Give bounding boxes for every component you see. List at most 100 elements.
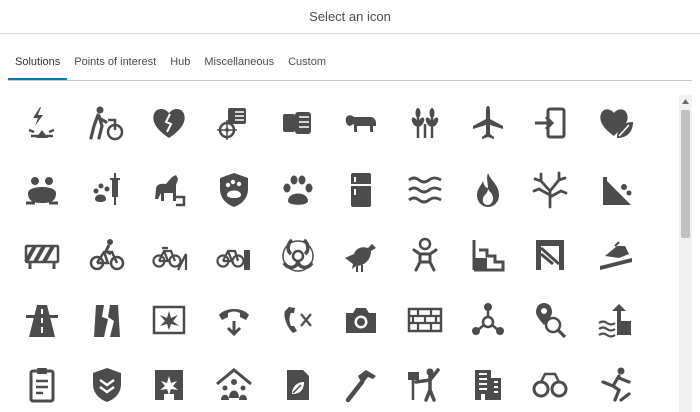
wheat-icon — [411, 108, 439, 138]
biohazard-icon[interactable] — [273, 230, 323, 280]
water-waves-icon[interactable] — [400, 165, 450, 215]
tab-miscellaneous[interactable]: Miscellaneous — [197, 50, 281, 73]
horse-icon — [155, 175, 186, 207]
wheat-icon[interactable] — [400, 98, 450, 148]
cow-icon[interactable] — [336, 98, 386, 148]
camera-icon[interactable] — [336, 295, 386, 345]
bicycle-wall-icon[interactable] — [209, 230, 259, 280]
leaf-document-icon[interactable] — [273, 360, 323, 410]
cow-icon — [345, 115, 376, 132]
airplane-icon[interactable] — [463, 98, 513, 148]
refrigerator-icon[interactable] — [336, 165, 386, 215]
gate-icon — [536, 240, 564, 270]
falling-person-icon[interactable] — [591, 360, 641, 410]
dialog-header: Select an icon — [0, 0, 700, 34]
fire-icon[interactable] — [463, 165, 513, 215]
paw-shield-icon[interactable] — [209, 165, 259, 215]
bicycle-ramp-icon[interactable] — [144, 230, 194, 280]
office-building-icon[interactable] — [463, 360, 513, 410]
phone-down-icon[interactable] — [209, 295, 259, 345]
paw-syringe-icon — [93, 173, 120, 205]
scroll-up-arrow-icon[interactable] — [679, 95, 692, 107]
phone-x-icon[interactable] — [273, 295, 323, 345]
broken-heart-icon[interactable] — [144, 98, 194, 148]
shield-badge-icon[interactable] — [82, 360, 132, 410]
boat-ramp-icon — [600, 241, 632, 270]
leaf-document-icon — [287, 370, 309, 400]
landslide-icon — [603, 177, 632, 205]
stairs-icon[interactable] — [463, 230, 513, 280]
lightning-strike-icon[interactable] — [17, 98, 67, 148]
building-damage-icon — [155, 370, 183, 400]
hammer-icon — [345, 370, 376, 403]
frog-icon[interactable] — [17, 165, 67, 215]
tab-solutions[interactable]: Solutions — [8, 50, 68, 80]
location-search-icon[interactable] — [525, 295, 575, 345]
tab-bar: Solutions Points of interest Hub Miscell… — [8, 50, 692, 81]
road-barrier-icon[interactable] — [17, 230, 67, 280]
airplane-icon — [473, 106, 503, 139]
brick-wall-icon — [407, 307, 443, 333]
person-sign-icon[interactable] — [400, 360, 450, 410]
bird-icon — [345, 244, 376, 272]
brick-wall-icon[interactable] — [400, 295, 450, 345]
clipboard-list-icon[interactable] — [17, 360, 67, 410]
frog-icon — [26, 177, 58, 205]
paw-print-icon[interactable] — [273, 165, 323, 215]
dialog-title: Select an icon — [309, 9, 391, 24]
paw-print-icon — [283, 175, 313, 205]
community-house-icon[interactable] — [209, 360, 259, 410]
tab-hub[interactable]: Hub — [163, 50, 197, 73]
network-hub-icon[interactable] — [463, 295, 513, 345]
target-fist-icon[interactable] — [209, 98, 259, 148]
wheelchair-assist-icon — [89, 106, 124, 141]
water-waves-icon — [408, 176, 442, 204]
highway-icon[interactable] — [17, 295, 67, 345]
road-barrier-icon — [24, 244, 60, 269]
broken-road-icon — [94, 305, 120, 337]
baby-icon — [412, 237, 438, 272]
boat-ramp-icon[interactable] — [591, 230, 641, 280]
target-fist-icon — [217, 108, 246, 140]
building-damage-icon[interactable] — [144, 360, 194, 410]
highway-icon — [26, 305, 58, 337]
horse-icon[interactable] — [144, 165, 194, 215]
network-hub-icon — [472, 303, 504, 335]
paw-shield-icon — [220, 173, 248, 207]
paw-syringe-icon[interactable] — [82, 165, 132, 215]
handcuffs-icon — [532, 372, 568, 398]
damaged-frame-icon[interactable] — [144, 295, 194, 345]
bird-icon[interactable] — [336, 230, 386, 280]
flood-arrow-icon[interactable] — [591, 295, 641, 345]
community-house-icon — [216, 368, 252, 400]
fist-icon[interactable] — [273, 98, 323, 148]
wheelchair-assist-icon[interactable] — [82, 98, 132, 148]
damaged-frame-icon — [152, 305, 186, 335]
location-search-icon — [536, 303, 567, 339]
coral-icon — [532, 171, 568, 209]
broken-road-icon[interactable] — [82, 295, 132, 345]
coral-icon[interactable] — [525, 165, 575, 215]
tab-points-of-interest[interactable]: Points of interest — [67, 50, 163, 73]
camera-icon — [346, 308, 376, 333]
office-building-icon — [475, 370, 501, 400]
tab-custom[interactable]: Custom — [281, 50, 333, 73]
stairs-icon — [472, 240, 505, 272]
scroll-thumb[interactable] — [681, 110, 690, 238]
landslide-icon[interactable] — [591, 165, 641, 215]
gate-icon[interactable] — [525, 230, 575, 280]
sign-in-icon[interactable] — [525, 98, 575, 148]
bicycle-rider-icon — [89, 239, 125, 271]
falling-person-icon — [601, 367, 631, 402]
fire-icon — [477, 173, 499, 207]
handcuffs-icon[interactable] — [525, 360, 575, 410]
phone-x-icon — [284, 307, 312, 333]
baby-icon[interactable] — [400, 230, 450, 280]
lightning-strike-icon — [28, 107, 55, 138]
hammer-icon[interactable] — [336, 360, 386, 410]
bicycle-rider-icon[interactable] — [82, 230, 132, 280]
clipboard-list-icon — [29, 368, 55, 403]
phone-down-icon — [219, 309, 249, 337]
scrollbar[interactable] — [679, 95, 692, 412]
heart-leaf-icon[interactable] — [591, 98, 641, 148]
